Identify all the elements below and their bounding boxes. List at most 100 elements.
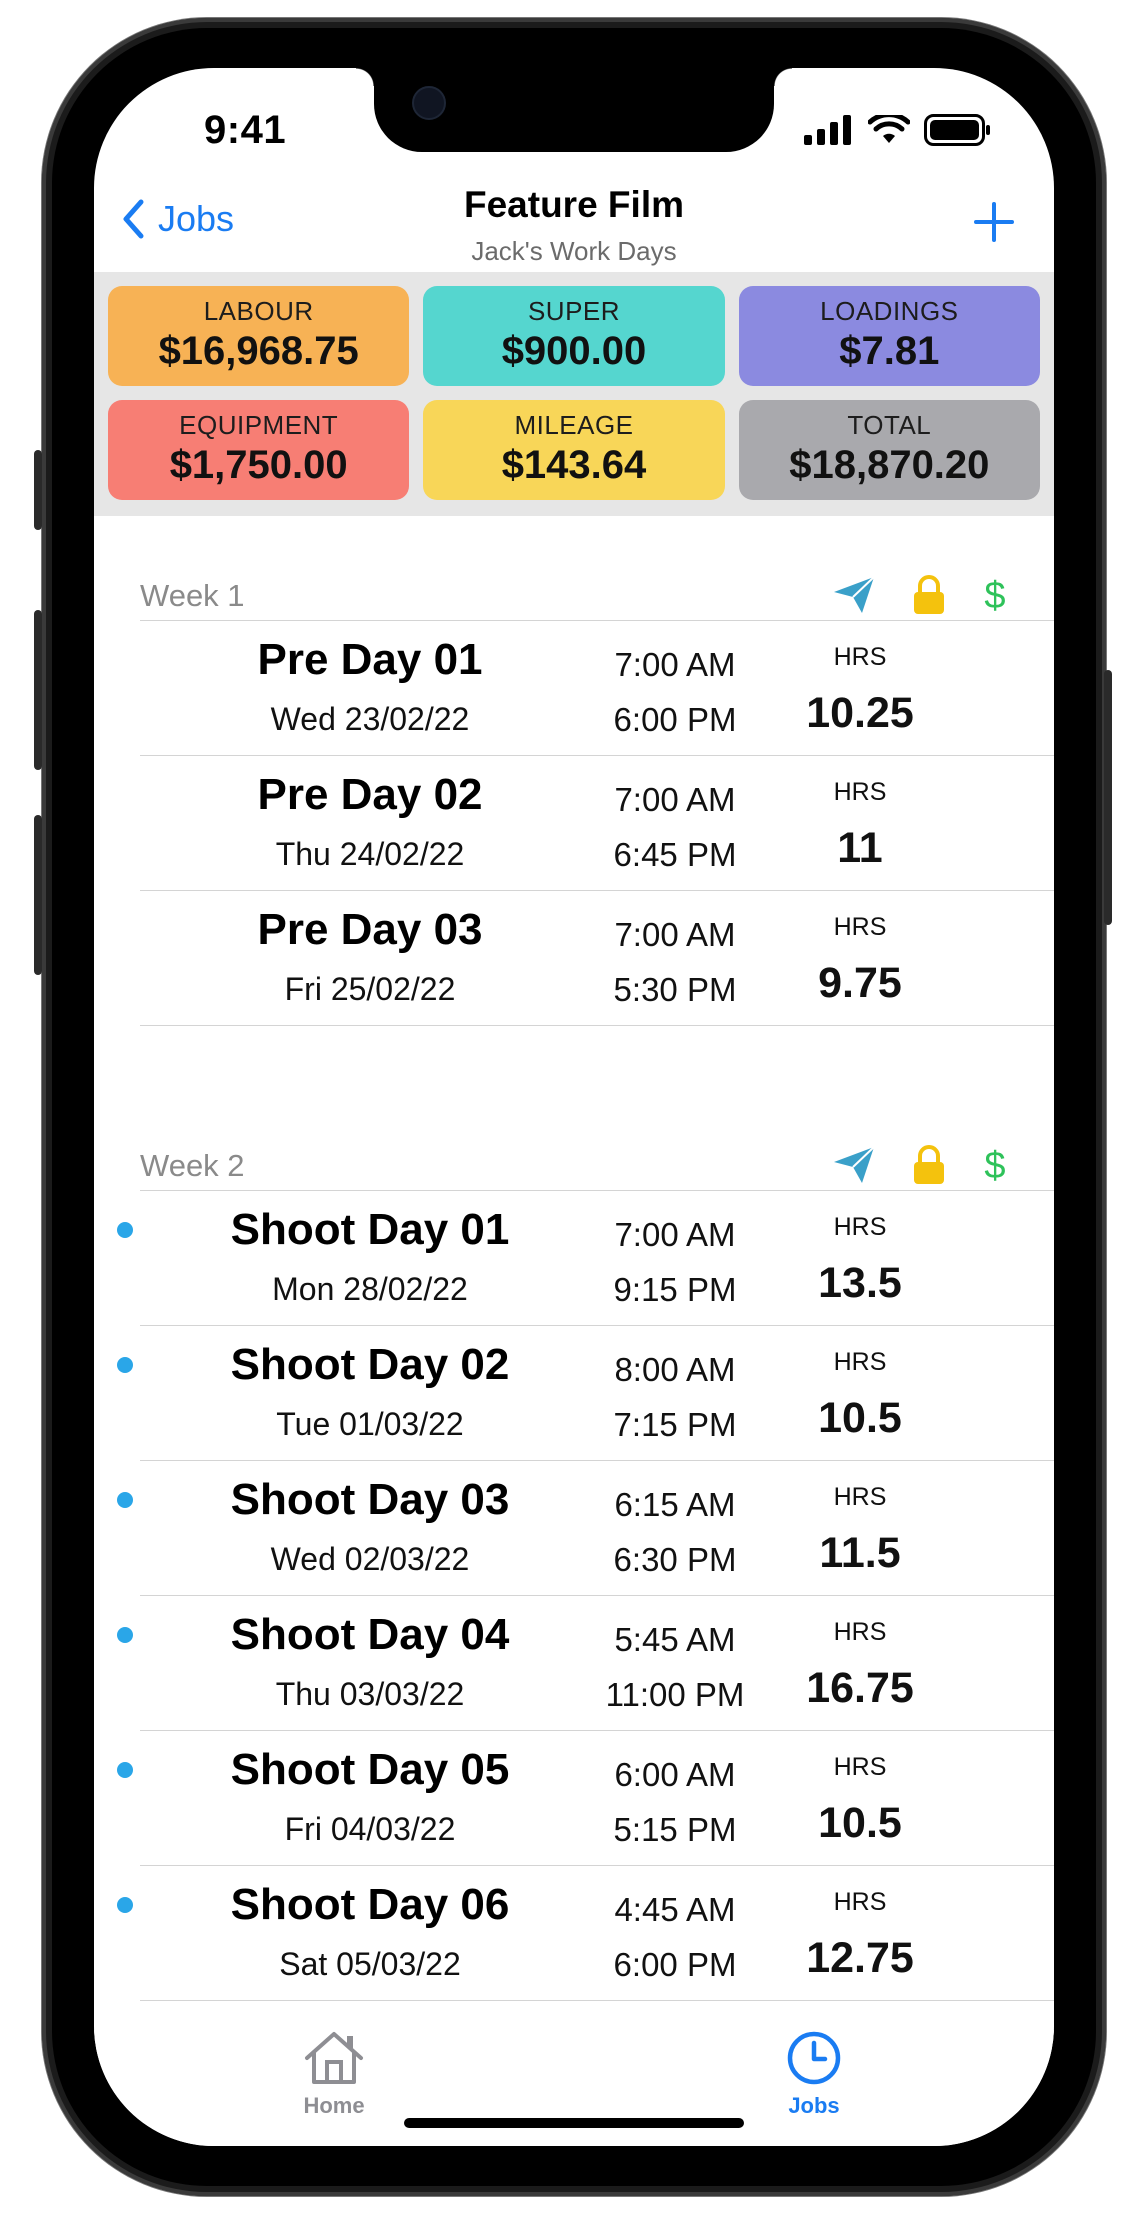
total-label: TOTAL xyxy=(847,410,932,440)
end-time: 7:15 PM xyxy=(613,1406,737,1443)
start-time: 8:00 AM xyxy=(614,1351,736,1388)
send-icon xyxy=(834,576,875,613)
end-time: 5:30 PM xyxy=(613,971,737,1008)
equipment-tile[interactable]: EQUIPMENT $1,750.00 xyxy=(108,400,410,500)
day-row[interactable]: Pre Day 02 Thu 24/02/22 7:00 AM 6:45 PM HRS 1… xyxy=(140,756,1054,891)
work-days-list: Week 1 $ Pre Day 01 Wed 23/02/22 7:00 AM 6:00… xyxy=(94,516,1054,2001)
week-spacer xyxy=(94,1026,1054,1086)
hours-value: 12.75 xyxy=(806,1934,914,1982)
hours-label: HRS xyxy=(833,1888,887,1916)
week-actions: $ xyxy=(832,574,1008,621)
week-actions: $ xyxy=(832,1144,1008,1191)
day-name: Shoot Day 02 xyxy=(230,1340,510,1389)
day-row[interactable]: Shoot Day 06 Sat 05/03/22 4:45 AM 6:00 PM HR… xyxy=(117,1866,1054,2001)
add-button[interactable] xyxy=(974,202,1014,247)
start-time: 7:00 AM xyxy=(614,916,736,953)
day-name: Pre Day 01 xyxy=(257,635,483,684)
super-label: SUPER xyxy=(527,296,621,326)
tab-home-label: Home xyxy=(303,2093,365,2118)
status-dot xyxy=(117,1897,133,1913)
day-name: Pre Day 02 xyxy=(257,770,483,819)
super-value: $900.00 xyxy=(501,329,647,373)
day-row[interactable]: Shoot Day 04 Thu 03/03/22 5:45 AM 11:00 PM H… xyxy=(117,1596,1054,1731)
start-time: 4:45 AM xyxy=(614,1891,736,1928)
day-date: Tue 01/03/22 xyxy=(276,1406,464,1442)
hours-value: 13.5 xyxy=(818,1259,902,1307)
hours-label: HRS xyxy=(833,913,887,941)
day-row[interactable]: Shoot Day 03 Wed 02/03/22 6:15 AM 6:30 PM HR… xyxy=(117,1461,1054,1596)
front-camera xyxy=(412,86,446,120)
page-subtitle: Jack's Work Days xyxy=(471,236,677,266)
end-time: 6:00 PM xyxy=(613,701,737,738)
status-time: 9:41 xyxy=(204,108,287,152)
day-row[interactable]: Shoot Day 01 Mon 28/02/22 7:00 AM 9:15 PM HR… xyxy=(117,1191,1054,1326)
day-row[interactable]: Pre Day 01 Wed 23/02/22 7:00 AM 6:00 PM HRS 1… xyxy=(140,621,1054,756)
total-value: $18,870.20 xyxy=(789,443,990,487)
end-time: 5:15 PM xyxy=(613,1811,737,1848)
start-time: 7:00 AM xyxy=(614,1216,736,1253)
mileage-value: $143.64 xyxy=(501,443,647,487)
status-dot xyxy=(117,1627,133,1643)
hours-label: HRS xyxy=(833,1483,887,1511)
day-date: Mon 28/02/22 xyxy=(272,1271,468,1307)
volume-down-button xyxy=(34,815,42,975)
day-row[interactable]: Shoot Day 05 Fri 04/03/22 6:00 AM 5:15 PM HR… xyxy=(117,1731,1054,1866)
lock-icon xyxy=(914,1145,944,1184)
power-button xyxy=(1104,670,1112,925)
status-icons xyxy=(804,114,992,146)
dollar-icon: $ xyxy=(984,575,1005,617)
day-name: Shoot Day 04 xyxy=(230,1610,510,1659)
total-tile[interactable]: TOTAL $18,870.20 xyxy=(738,400,1040,500)
tab-home[interactable]: Home xyxy=(254,2030,414,2119)
app-screen: 9:41 Jobs Feature Film Jack's Work Days xyxy=(94,68,1054,2146)
day-date: Wed 23/02/22 xyxy=(270,701,470,737)
loadings-value: $7.81 xyxy=(839,329,940,373)
send-button[interactable] xyxy=(832,575,876,620)
week-header: Week 2 $ xyxy=(140,1086,1054,1191)
dollar-icon: $ xyxy=(984,1145,1005,1187)
hours-label: HRS xyxy=(833,643,887,671)
hours-label: HRS xyxy=(833,1753,887,1781)
hours-value: 10.5 xyxy=(818,1394,902,1442)
day-name: Pre Day 03 xyxy=(257,905,483,954)
svg-text:$: $ xyxy=(984,1145,1005,1186)
start-time: 5:45 AM xyxy=(614,1621,736,1658)
hours-value: 11 xyxy=(837,824,883,872)
hours-label: HRS xyxy=(833,1348,887,1376)
home-indicator xyxy=(404,2118,744,2128)
week-header: Week 1 $ xyxy=(140,516,1054,621)
tab-bar: Home Jobs xyxy=(94,2030,1054,2146)
end-time: 6:00 PM xyxy=(613,1946,737,1983)
day-row[interactable]: Shoot Day 02 Tue 01/03/22 8:00 AM 7:15 PM HR… xyxy=(117,1326,1054,1461)
hours-value: 16.75 xyxy=(806,1664,914,1712)
send-button[interactable] xyxy=(832,1145,876,1190)
labour-value: $16,968.75 xyxy=(158,329,359,373)
hours-label: HRS xyxy=(833,1618,887,1646)
super-tile[interactable]: SUPER $900.00 xyxy=(423,286,725,386)
labour-tile[interactable]: LABOUR $16,968.75 xyxy=(108,286,410,386)
start-time: 7:00 AM xyxy=(614,646,736,683)
status-dot xyxy=(117,1492,133,1508)
lock-button[interactable] xyxy=(912,1145,946,1190)
tab-jobs[interactable]: Jobs xyxy=(734,2030,894,2119)
loadings-tile[interactable]: LOADINGS $7.81 xyxy=(738,286,1040,386)
loadings-label: LOADINGS xyxy=(820,296,959,326)
status-dot xyxy=(117,1762,133,1778)
labour-label: LABOUR xyxy=(203,296,314,326)
page-title: Feature Film xyxy=(464,184,684,225)
hours-value: 10.5 xyxy=(818,1799,902,1847)
hours-value: 11.5 xyxy=(819,1529,901,1577)
lock-button[interactable] xyxy=(912,575,946,620)
signal-icon xyxy=(804,115,851,145)
invoice-button[interactable]: $ xyxy=(982,1144,1008,1191)
end-time: 6:30 PM xyxy=(613,1541,737,1578)
day-name: Shoot Day 01 xyxy=(230,1205,510,1254)
tab-jobs-label: Jobs xyxy=(788,2093,840,2118)
navigation-bar: Jobs Feature Film Jack's Work Days xyxy=(94,168,1054,272)
invoice-button[interactable]: $ xyxy=(982,574,1008,621)
hours-label: HRS xyxy=(833,778,887,806)
mileage-tile[interactable]: MILEAGE $143.64 xyxy=(423,400,725,500)
day-row[interactable]: Pre Day 03 Fri 25/02/22 7:00 AM 5:30 PM HRS 9… xyxy=(140,891,1054,1026)
day-date: Fri 25/02/22 xyxy=(284,971,456,1007)
start-time: 6:15 AM xyxy=(614,1486,736,1523)
